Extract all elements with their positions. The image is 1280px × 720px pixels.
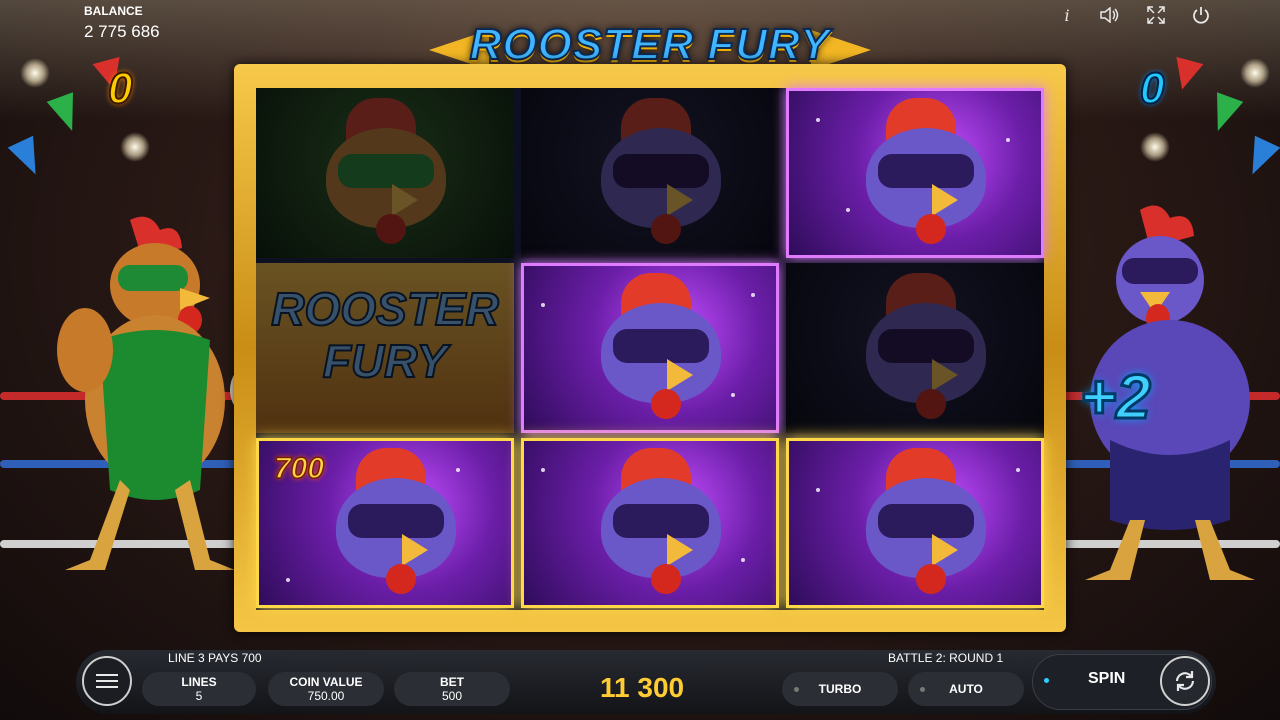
reel-cell-r3-c1-purple-rooster: 700 (256, 438, 514, 608)
spotlight (1240, 58, 1270, 88)
lines-selector[interactable]: LINES 5 (142, 672, 256, 706)
menu-icon (96, 674, 118, 676)
spin-button[interactable] (1160, 656, 1210, 706)
left-fighter-score: 0 (107, 63, 134, 114)
menu-button[interactable] (82, 656, 132, 706)
lines-label: LINES (181, 675, 217, 689)
reel-cell-r2-c1-logo-symbol: ROOSTER FURY (256, 263, 514, 433)
turbo-label: TURBO (818, 682, 862, 696)
reel-cell-r1-c2-purple-rooster (521, 88, 779, 258)
reel-cell-r1-c1-green-rooster (256, 88, 514, 258)
auto-label: AUTO (949, 682, 983, 696)
logo-symbol-line1: ROOSTER (270, 282, 499, 336)
line-win-info: LINE 3 PAYS 700 (168, 651, 262, 665)
fullscreen-icon[interactable] (1145, 4, 1167, 26)
game-title: ROOSTER FURY (469, 19, 831, 70)
fighter-bonus-indicator: +2 (1079, 362, 1153, 434)
bunting-flag (1239, 135, 1280, 181)
spotlight (120, 132, 150, 162)
right-fighter-score: 0 (1139, 63, 1166, 114)
reel-cell-r1-c3-purple-rooster (786, 88, 1044, 258)
battle-round-info: BATTLE 2: ROUND 1 (888, 651, 1004, 665)
spin-label[interactable]: SPIN (1088, 670, 1125, 688)
auto-indicator-dot (920, 686, 925, 692)
turbo-toggle[interactable]: TURBO (782, 672, 898, 706)
bet-selector[interactable]: BET 500 (394, 672, 510, 706)
reel-cell-r2-c3-purple-rooster (786, 263, 1044, 433)
balance-label: BALANCE (84, 4, 143, 18)
reel-cell-r3-c3-purple-rooster (786, 438, 1044, 608)
bunting-flag (7, 135, 49, 181)
spotlight (20, 58, 50, 88)
reels-frame: ROOSTER FURY 700 (234, 64, 1066, 632)
logo-symbol-line2: FURY (322, 334, 448, 388)
auto-toggle[interactable]: AUTO (908, 672, 1024, 706)
cell-win-amount: 700 (273, 451, 325, 486)
power-icon[interactable] (1190, 4, 1212, 26)
balance-value: 2 775 686 (84, 22, 160, 41)
spin-indicator-dot (1044, 678, 1049, 683)
coin-value-selector[interactable]: COIN VALUE 750.00 (268, 672, 384, 706)
coin-value-label: COIN VALUE (289, 675, 363, 689)
reels-grid: ROOSTER FURY 700 (256, 88, 1044, 610)
total-win-amount: 11 300 (600, 672, 685, 703)
bet-label: BET (440, 675, 464, 689)
spin-arrows-icon (1175, 671, 1195, 691)
sound-icon[interactable] (1098, 4, 1120, 26)
turbo-indicator-dot (794, 686, 799, 692)
bet-value: 500 (441, 689, 463, 703)
reel-cell-r2-c2-purple-rooster (521, 263, 779, 433)
coin-value-value: 750.00 (307, 689, 345, 703)
spotlight (1140, 132, 1170, 162)
reel-cell-r3-c2-purple-rooster (521, 438, 779, 608)
info-icon[interactable]: i (1056, 4, 1078, 26)
lines-value: 5 (195, 689, 203, 703)
